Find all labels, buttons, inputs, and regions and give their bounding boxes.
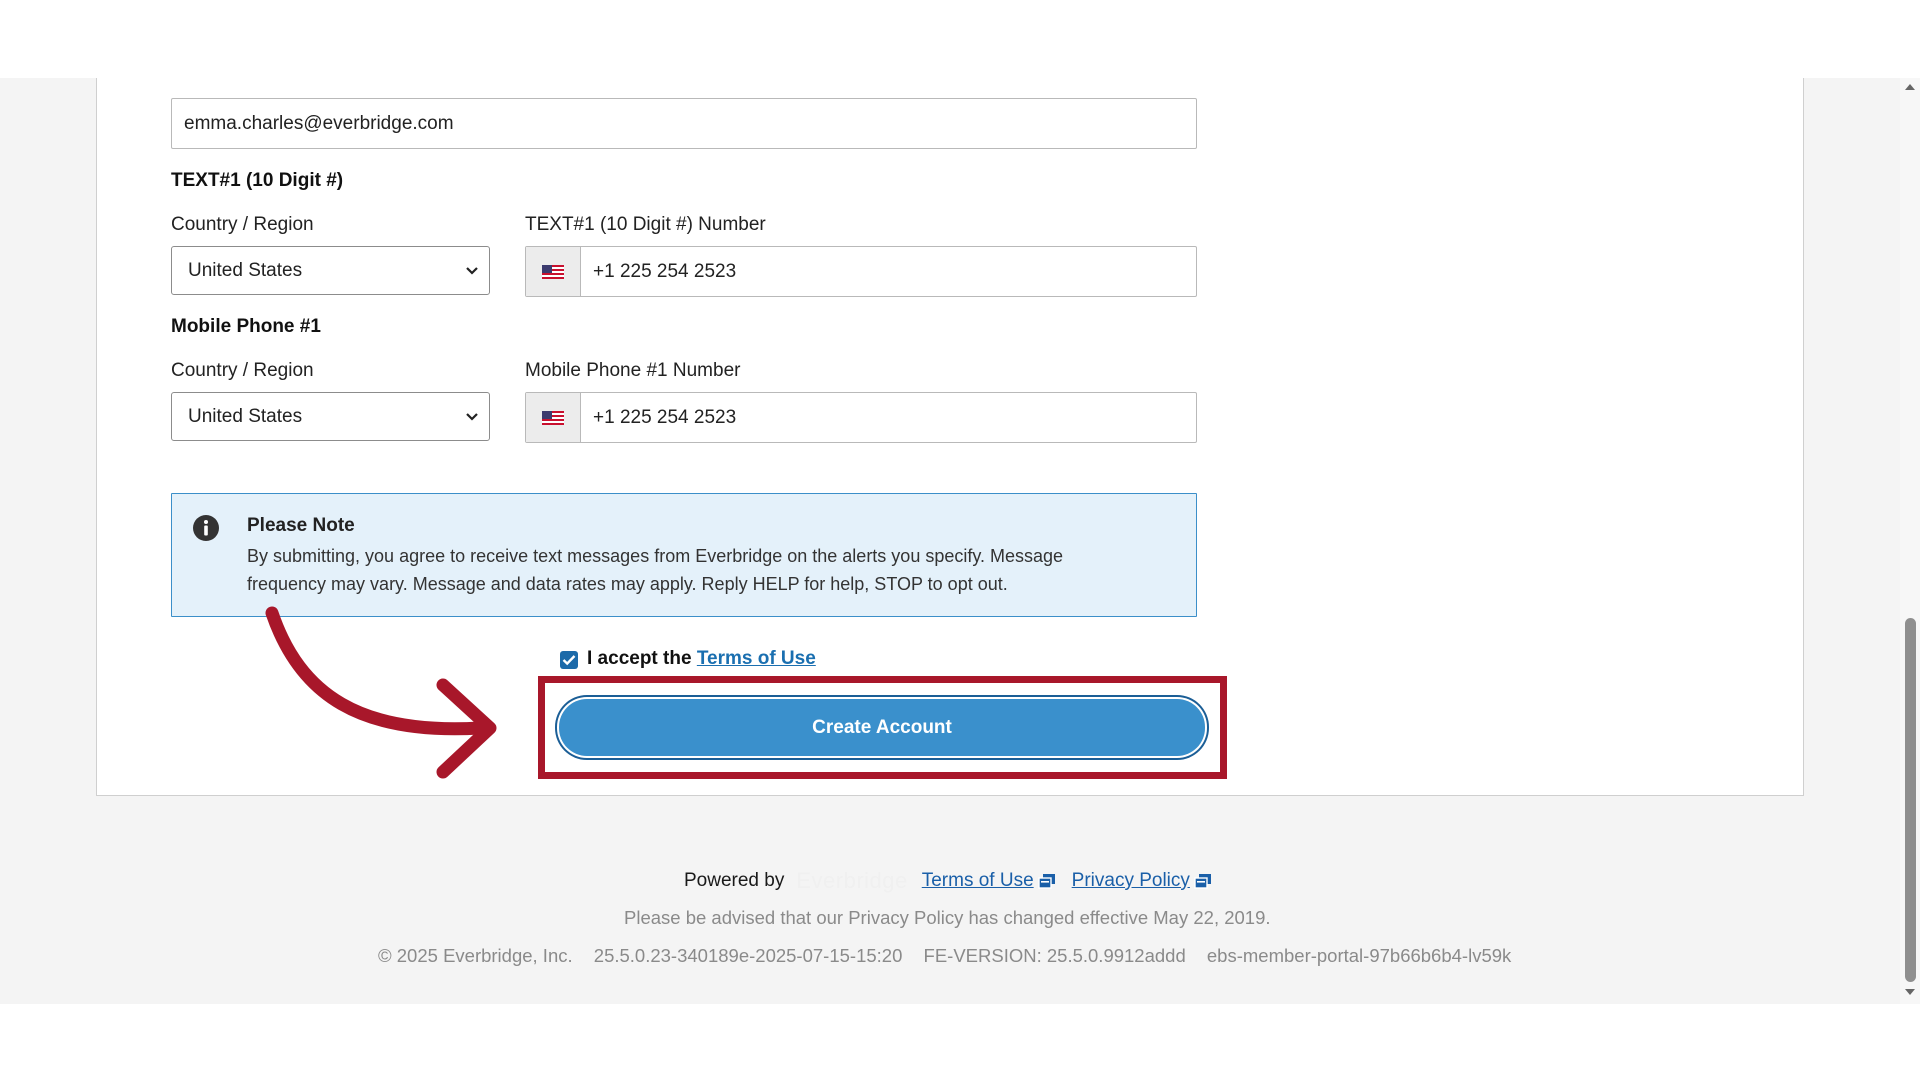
text1-number-field[interactable]: +1 225 254 2523 bbox=[525, 246, 1197, 297]
text1-country-select[interactable]: United States bbox=[171, 246, 490, 295]
mobile1-country-select[interactable]: United States bbox=[171, 392, 490, 441]
mobile1-country-value: United States bbox=[188, 405, 303, 427]
email-field[interactable]: emma.charles@everbridge.com bbox=[171, 98, 1197, 149]
text1-number-value: +1 225 254 2523 bbox=[593, 260, 737, 282]
scroll-up-arrow-icon[interactable] bbox=[1903, 82, 1917, 92]
pod-id-text: ebs-member-portal-97b66b6b4-lv59k bbox=[1206, 945, 1512, 966]
powered-by-text: Powered by bbox=[684, 870, 785, 891]
mobile1-number-value: +1 225 254 2523 bbox=[593, 406, 737, 428]
copyright-text: © 2025 Everbridge, Inc. bbox=[378, 945, 573, 966]
mobile1-number-field[interactable]: +1 225 254 2523 bbox=[525, 392, 1197, 443]
footer-terms-label: Terms of Use bbox=[921, 870, 1034, 891]
note-text-line2: frequency may vary. Message and data rat… bbox=[247, 574, 1008, 594]
us-flag-icon bbox=[542, 410, 564, 425]
footer-privacy-label: Privacy Policy bbox=[1071, 870, 1190, 891]
version-info: © 2025 Everbridge, Inc. 25.5.0.23-340189… bbox=[378, 945, 1519, 967]
footer-links: Powered by Everbridge Terms of Use Priva… bbox=[684, 868, 1228, 894]
top-blank-band bbox=[0, 0, 1920, 78]
email-field-value: emma.charles@everbridge.com bbox=[184, 112, 454, 134]
text1-section-title: TEXT#1 (10 Digit #) bbox=[171, 170, 344, 191]
chevron-down-icon bbox=[466, 266, 478, 275]
scrollbar-thumb[interactable] bbox=[1905, 618, 1916, 982]
text1-number-label: TEXT#1 (10 Digit #) Number bbox=[525, 214, 766, 235]
fe-version-text: FE-VERSION: 25.5.0.9912addd bbox=[923, 945, 1186, 966]
terms-acceptance-label: I accept the Terms of Use bbox=[587, 648, 816, 670]
checkmark-icon bbox=[562, 655, 576, 666]
scroll-down-arrow-icon[interactable] bbox=[1903, 987, 1917, 997]
text1-number-input[interactable]: +1 225 254 2523 bbox=[581, 247, 1196, 296]
text1-country-label: Country / Region bbox=[171, 214, 314, 235]
note-text-line1: By submitting, you agree to receive text… bbox=[247, 546, 1064, 566]
terms-of-use-link[interactable]: Terms of Use bbox=[697, 648, 816, 669]
note-title: Please Note bbox=[247, 515, 355, 536]
chevron-down-icon bbox=[466, 412, 478, 421]
country-flag-button[interactable] bbox=[526, 247, 581, 296]
privacy-policy-notice: Please be advised that our Privacy Polic… bbox=[624, 907, 1271, 928]
external-window-icon bbox=[1194, 874, 1211, 889]
mobile1-number-input[interactable]: +1 225 254 2523 bbox=[581, 393, 1196, 442]
please-note-box: Please Note By submitting, you agree to … bbox=[171, 493, 1197, 617]
footer-terms-link[interactable]: Terms of Use bbox=[922, 870, 1056, 892]
mobile1-country-label: Country / Region bbox=[171, 360, 314, 381]
info-icon bbox=[193, 515, 219, 541]
bottom-blank-band bbox=[0, 1004, 1920, 1080]
terms-prefix-text: I accept the bbox=[587, 648, 692, 669]
create-account-label: Create Account bbox=[812, 716, 952, 738]
footer-privacy-link[interactable]: Privacy Policy bbox=[1072, 870, 1212, 892]
create-account-button[interactable]: Create Account bbox=[559, 699, 1205, 756]
country-flag-button[interactable] bbox=[526, 393, 581, 442]
external-window-icon bbox=[1037, 874, 1055, 889]
mobile1-number-label: Mobile Phone #1 Number bbox=[525, 360, 741, 381]
text1-country-value: United States bbox=[188, 259, 303, 281]
terms-checkbox[interactable] bbox=[560, 651, 578, 669]
build-version-text: 25.5.0.23-340189e-2025-07-15-15:20 bbox=[593, 945, 903, 966]
everbridge-logo: Everbridge bbox=[796, 868, 908, 893]
mobile1-section-title: Mobile Phone #1 bbox=[171, 316, 321, 337]
us-flag-icon bbox=[542, 264, 564, 279]
annotation-arrow-icon bbox=[265, 606, 497, 779]
